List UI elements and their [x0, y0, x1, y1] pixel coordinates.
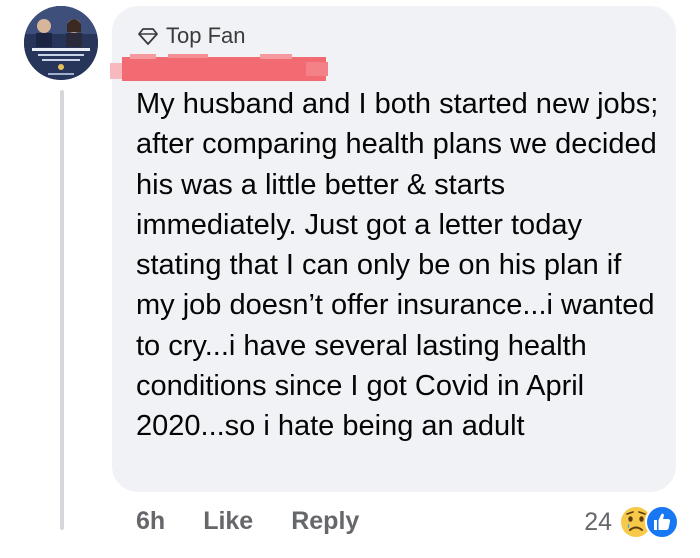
redacted-commenter-name — [110, 54, 328, 82]
comment-timestamp[interactable]: 6h — [136, 507, 165, 536]
comment-action-bar: 6h Like Reply — [136, 503, 359, 539]
comment-text: My husband and I both started new jobs; … — [136, 88, 659, 443]
top-fan-badge: Top Fan — [138, 22, 246, 50]
thread-line — [60, 90, 64, 530]
like-reaction-icon — [645, 505, 679, 539]
reply-button[interactable]: Reply — [291, 507, 359, 536]
reaction-icons — [618, 504, 680, 540]
commenter-avatar[interactable] — [24, 6, 98, 80]
reaction-count: 24 — [584, 507, 612, 536]
reaction-summary[interactable]: 24 — [584, 502, 680, 542]
like-button[interactable]: Like — [203, 507, 253, 536]
diamond-icon — [138, 28, 158, 45]
badge-label: Top Fan — [166, 23, 246, 48]
